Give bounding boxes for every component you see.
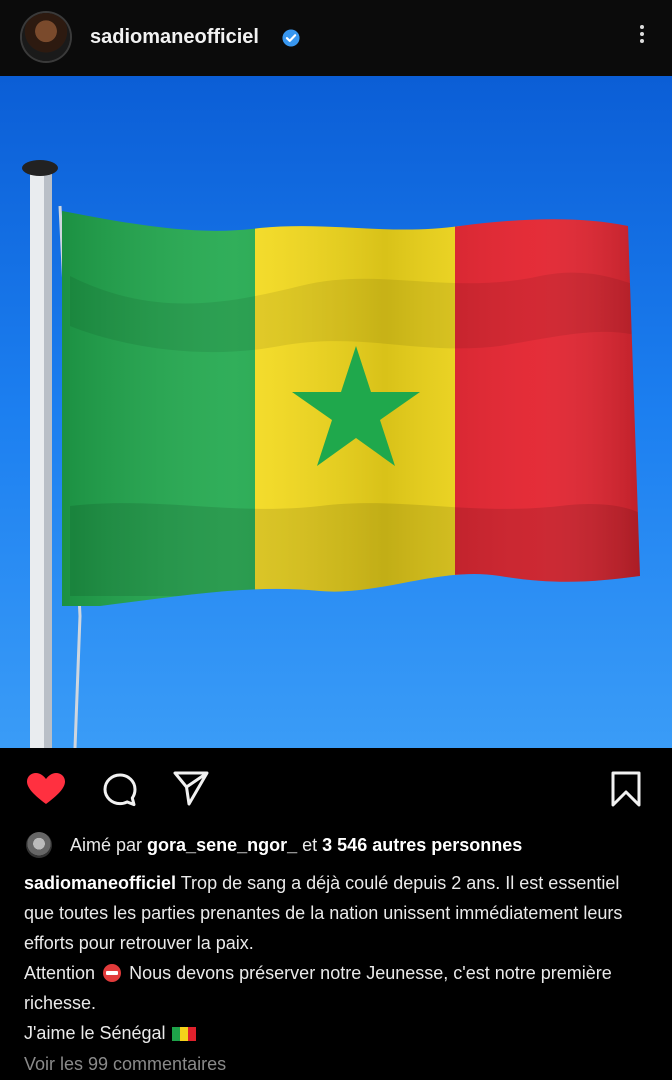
senegal-flag-emoji-icon <box>171 1027 196 1041</box>
more-options-icon[interactable] <box>638 22 646 52</box>
share-send-icon[interactable] <box>172 770 210 806</box>
liker-username[interactable]: gora_sene_ngor_ <box>147 835 297 856</box>
likes-prefix: Aimé par <box>70 834 143 855</box>
avatar[interactable] <box>22 13 70 61</box>
view-comments-link[interactable]: Voir les 99 commentaires <box>24 1054 226 1075</box>
senegal-flag-image <box>0 76 672 748</box>
post-header: sadiomaneofficiel <box>0 0 672 76</box>
liker-avatar <box>26 832 52 858</box>
caption-attention: Attention <box>24 963 96 983</box>
likes-count[interactable]: 3 546 autres personnes <box>322 835 522 856</box>
likes-connector: et <box>302 834 318 855</box>
comment-icon[interactable] <box>102 772 138 808</box>
likes-summary[interactable]: Aimé par gora_sene_ngor_ et 3 546 autres… <box>26 830 666 860</box>
post-actions <box>0 748 672 828</box>
bookmark-icon[interactable] <box>610 770 642 808</box>
post-caption: sadiomaneofficiel Trop de sang a déjà co… <box>24 868 650 1048</box>
verified-badge-icon <box>282 29 300 47</box>
caption-text-3: J'aime le Sénégal <box>24 1023 166 1043</box>
no-entry-emoji-icon <box>103 964 122 982</box>
like-heart-icon[interactable] <box>26 772 66 806</box>
username[interactable]: sadiomaneofficiel <box>90 26 259 49</box>
post-image[interactable] <box>0 76 672 748</box>
caption-author[interactable]: sadiomaneofficiel <box>24 873 176 893</box>
